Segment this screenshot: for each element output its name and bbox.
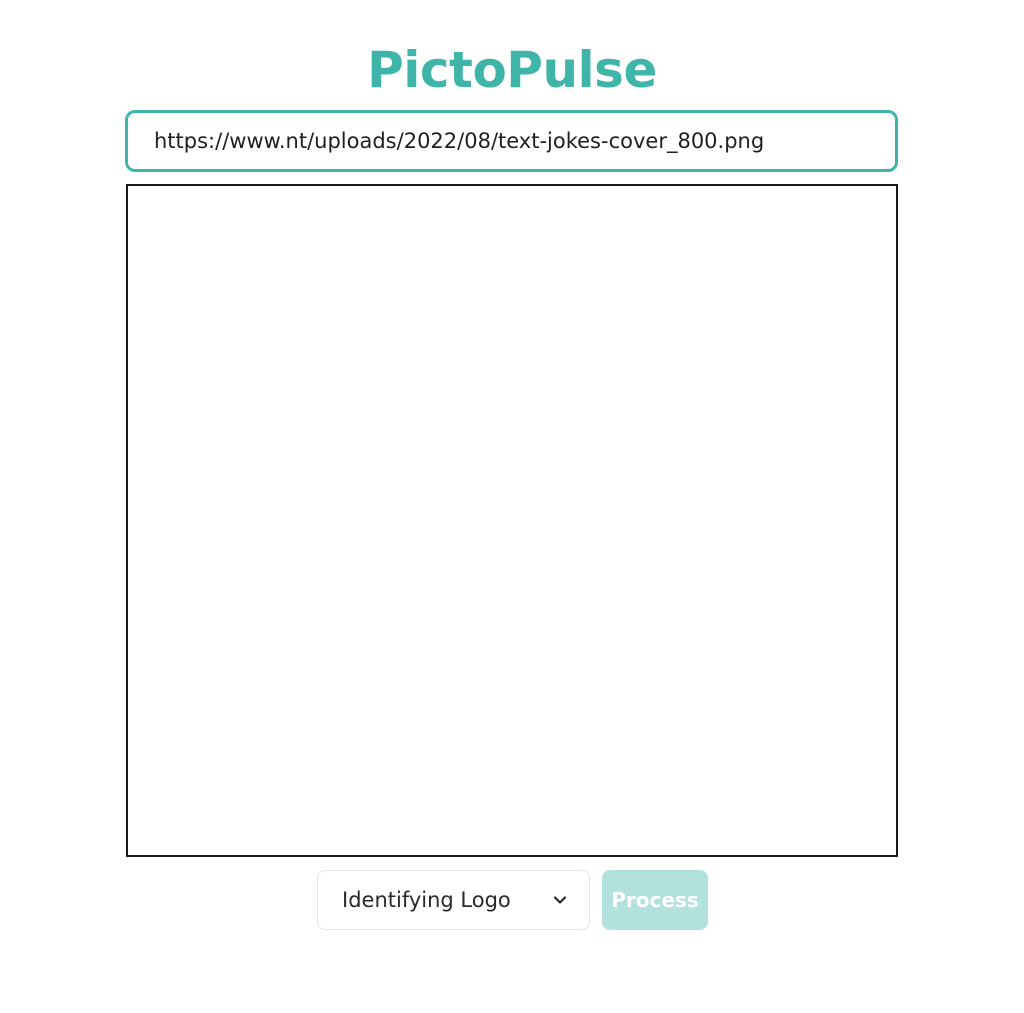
image-url-input[interactable] [125, 110, 898, 172]
process-button[interactable]: Process [602, 870, 708, 930]
chevron-down-icon [553, 896, 567, 904]
app-title: PictoPulse [367, 41, 657, 99]
mode-select[interactable]: Identifying Logo [317, 870, 590, 930]
image-preview-area [126, 184, 898, 857]
mode-select-value: Identifying Logo [342, 888, 511, 912]
